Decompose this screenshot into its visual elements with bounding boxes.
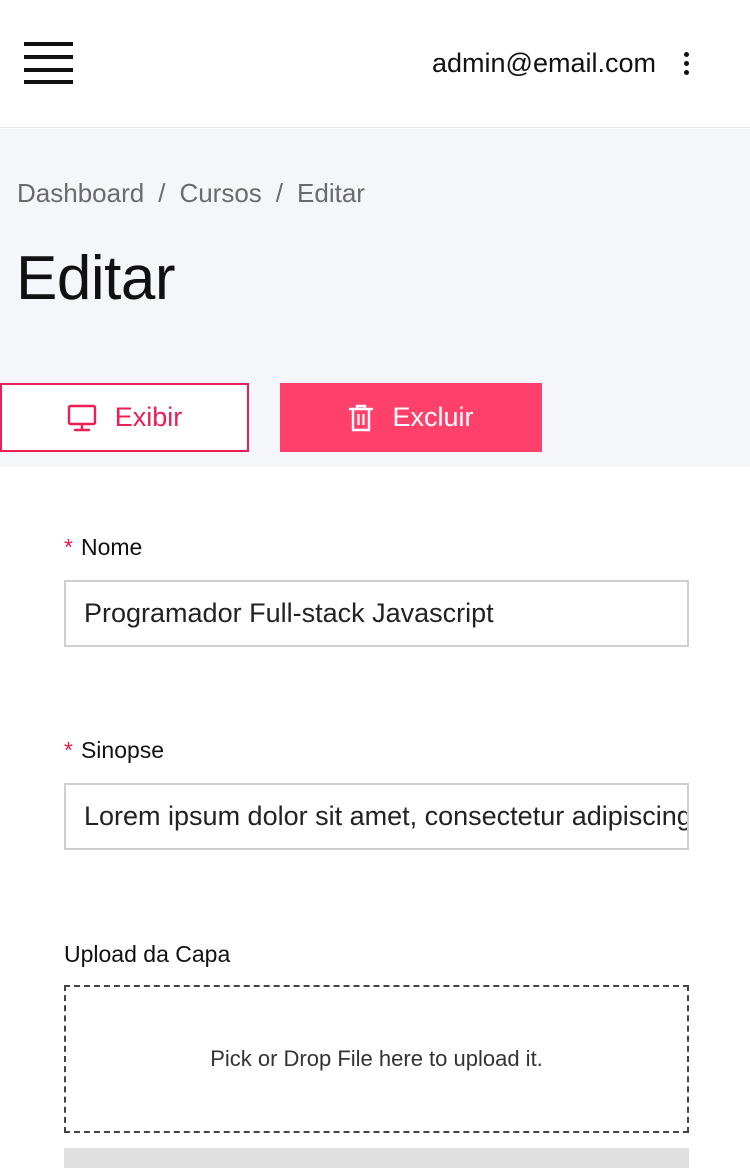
name-field-label: * Nome bbox=[64, 533, 142, 561]
name-label-text: Nome bbox=[80, 534, 143, 560]
cover-upload-dropzone[interactable]: Pick or Drop File here to upload it. bbox=[64, 985, 689, 1133]
show-button[interactable]: Exibir bbox=[0, 383, 249, 452]
required-marker: * bbox=[64, 534, 73, 560]
breadcrumb: Dashboard / Cursos / Editar bbox=[17, 177, 365, 209]
dropzone-text: Pick or Drop File here to upload it. bbox=[210, 1046, 543, 1071]
hamburger-menu-icon[interactable] bbox=[24, 42, 74, 86]
synopsis-field-label: * Sinopse bbox=[64, 736, 164, 764]
monitor-icon bbox=[67, 404, 97, 432]
page-header: Dashboard / Cursos / Editar Editar Exibir Ex… bbox=[0, 129, 750, 467]
breadcrumb-item-dashboard[interactable]: Dashboard bbox=[17, 178, 144, 208]
breadcrumb-separator: / bbox=[275, 178, 284, 208]
name-field[interactable]: Programador Full-stack Javascript bbox=[64, 580, 689, 647]
synopsis-label-text: Sinopse bbox=[80, 737, 165, 763]
breadcrumb-item-cursos[interactable]: Cursos bbox=[179, 178, 261, 208]
required-marker: * bbox=[64, 737, 73, 763]
breadcrumb-separator: / bbox=[158, 178, 166, 208]
trash-icon bbox=[348, 403, 374, 433]
upload-progress-bar bbox=[64, 1148, 689, 1168]
breadcrumb-item-editar: Editar bbox=[297, 178, 365, 208]
top-app-bar: admin@email.com bbox=[0, 0, 750, 128]
show-button-label: Exibir bbox=[114, 402, 183, 432]
delete-button[interactable]: Excluir bbox=[280, 383, 542, 452]
delete-button-label: Excluir bbox=[392, 402, 474, 432]
user-email: admin@email.com bbox=[432, 48, 656, 78]
more-vertical-icon[interactable] bbox=[676, 50, 698, 78]
cover-upload-label: Upload da Capa bbox=[64, 941, 231, 967]
page-title: Editar bbox=[16, 244, 175, 313]
synopsis-field[interactable]: Lorem ipsum dolor sit amet, consectetur … bbox=[64, 783, 689, 850]
